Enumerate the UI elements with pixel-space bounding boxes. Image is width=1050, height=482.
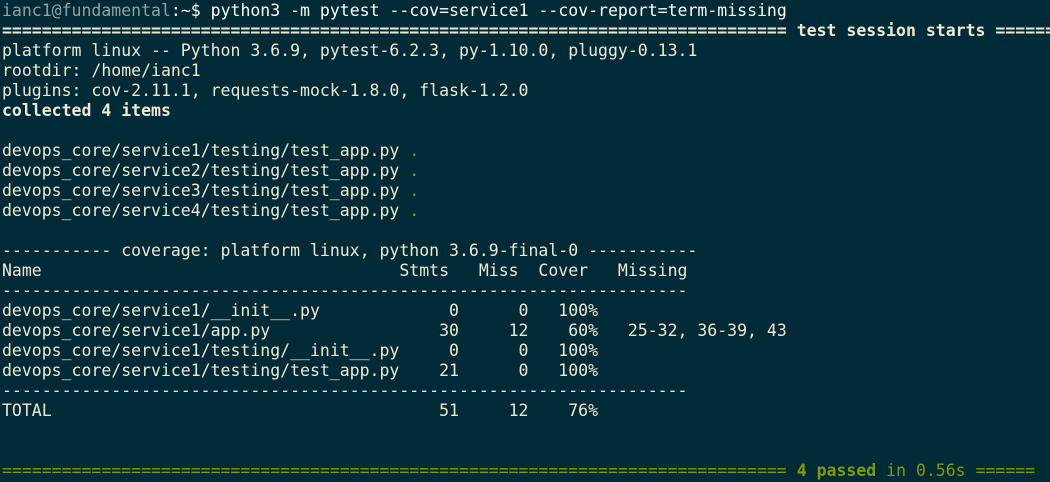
summary-separator-right: ======: [965, 461, 1036, 480]
test-file-line: devops_core/service2/testing/test_app.py…: [2, 161, 419, 181]
coverage-table-header: Name Stmts Miss Cover Missing: [2, 261, 688, 280]
session-header: ========================================…: [2, 21, 1050, 41]
coverage-total-row: TOTAL 51 12 76%: [2, 401, 599, 420]
prompt-line: ianc1@fundamental:~$ python3 -m pytest -…: [2, 1, 787, 21]
summary-separator-left: ========================================…: [2, 461, 797, 480]
test-file-path: devops_core/service3/testing/test_app.py: [2, 181, 410, 200]
test-file-line: devops_core/service1/testing/test_app.py…: [2, 141, 419, 161]
test-result-dot: .: [409, 181, 420, 200]
header-separator-right: ======: [995, 21, 1050, 40]
coverage-row: devops_core/service1/testing/__init__.py…: [2, 341, 599, 360]
terminal-window[interactable]: ianc1@fundamental:~$ python3 -m pytest -…: [0, 0, 1050, 482]
summary-line: ========================================…: [2, 461, 1035, 481]
test-result-dot: .: [409, 141, 420, 160]
test-file-path: devops_core/service1/testing/test_app.py: [2, 141, 410, 160]
platform-line: platform linux -- Python 3.6.9, pytest-6…: [2, 41, 698, 60]
header-separator-left: ========================================…: [2, 21, 787, 40]
prompt-path: :~$: [170, 1, 211, 20]
test-result-dot: .: [409, 161, 420, 180]
coverage-divider: ----------------------------------------…: [2, 381, 688, 400]
header-title: test session starts: [786, 21, 996, 40]
coverage-banner: ----------- coverage: platform linux, py…: [2, 241, 698, 260]
test-file-path: devops_core/service4/testing/test_app.py: [2, 201, 410, 220]
plugins-line: plugins: cov-2.11.1, requests-mock-1.8.0…: [2, 81, 529, 100]
coverage-row: devops_core/service1/app.py 30 12 60% 25…: [2, 321, 787, 340]
summary-duration: in 0.56s: [876, 461, 966, 480]
prompt-user-host: ianc1@fundamental: [2, 1, 171, 20]
rootdir-line: rootdir: /home/ianc1: [2, 61, 201, 80]
prompt-command: python3 -m pytest --cov=service1 --cov-r…: [210, 1, 787, 20]
collected-line: collected 4 items: [2, 101, 171, 120]
test-file-path: devops_core/service2/testing/test_app.py: [2, 161, 410, 180]
coverage-row: devops_core/service1/__init__.py 0 0 100…: [2, 301, 599, 320]
test-file-line: devops_core/service4/testing/test_app.py…: [2, 201, 419, 221]
test-file-line: devops_core/service3/testing/test_app.py…: [2, 181, 419, 201]
summary-passed-count: 4 passed: [796, 461, 877, 480]
coverage-divider: ----------------------------------------…: [2, 281, 688, 300]
coverage-row: devops_core/service1/testing/test_app.py…: [2, 361, 599, 380]
test-result-dot: .: [409, 201, 420, 220]
